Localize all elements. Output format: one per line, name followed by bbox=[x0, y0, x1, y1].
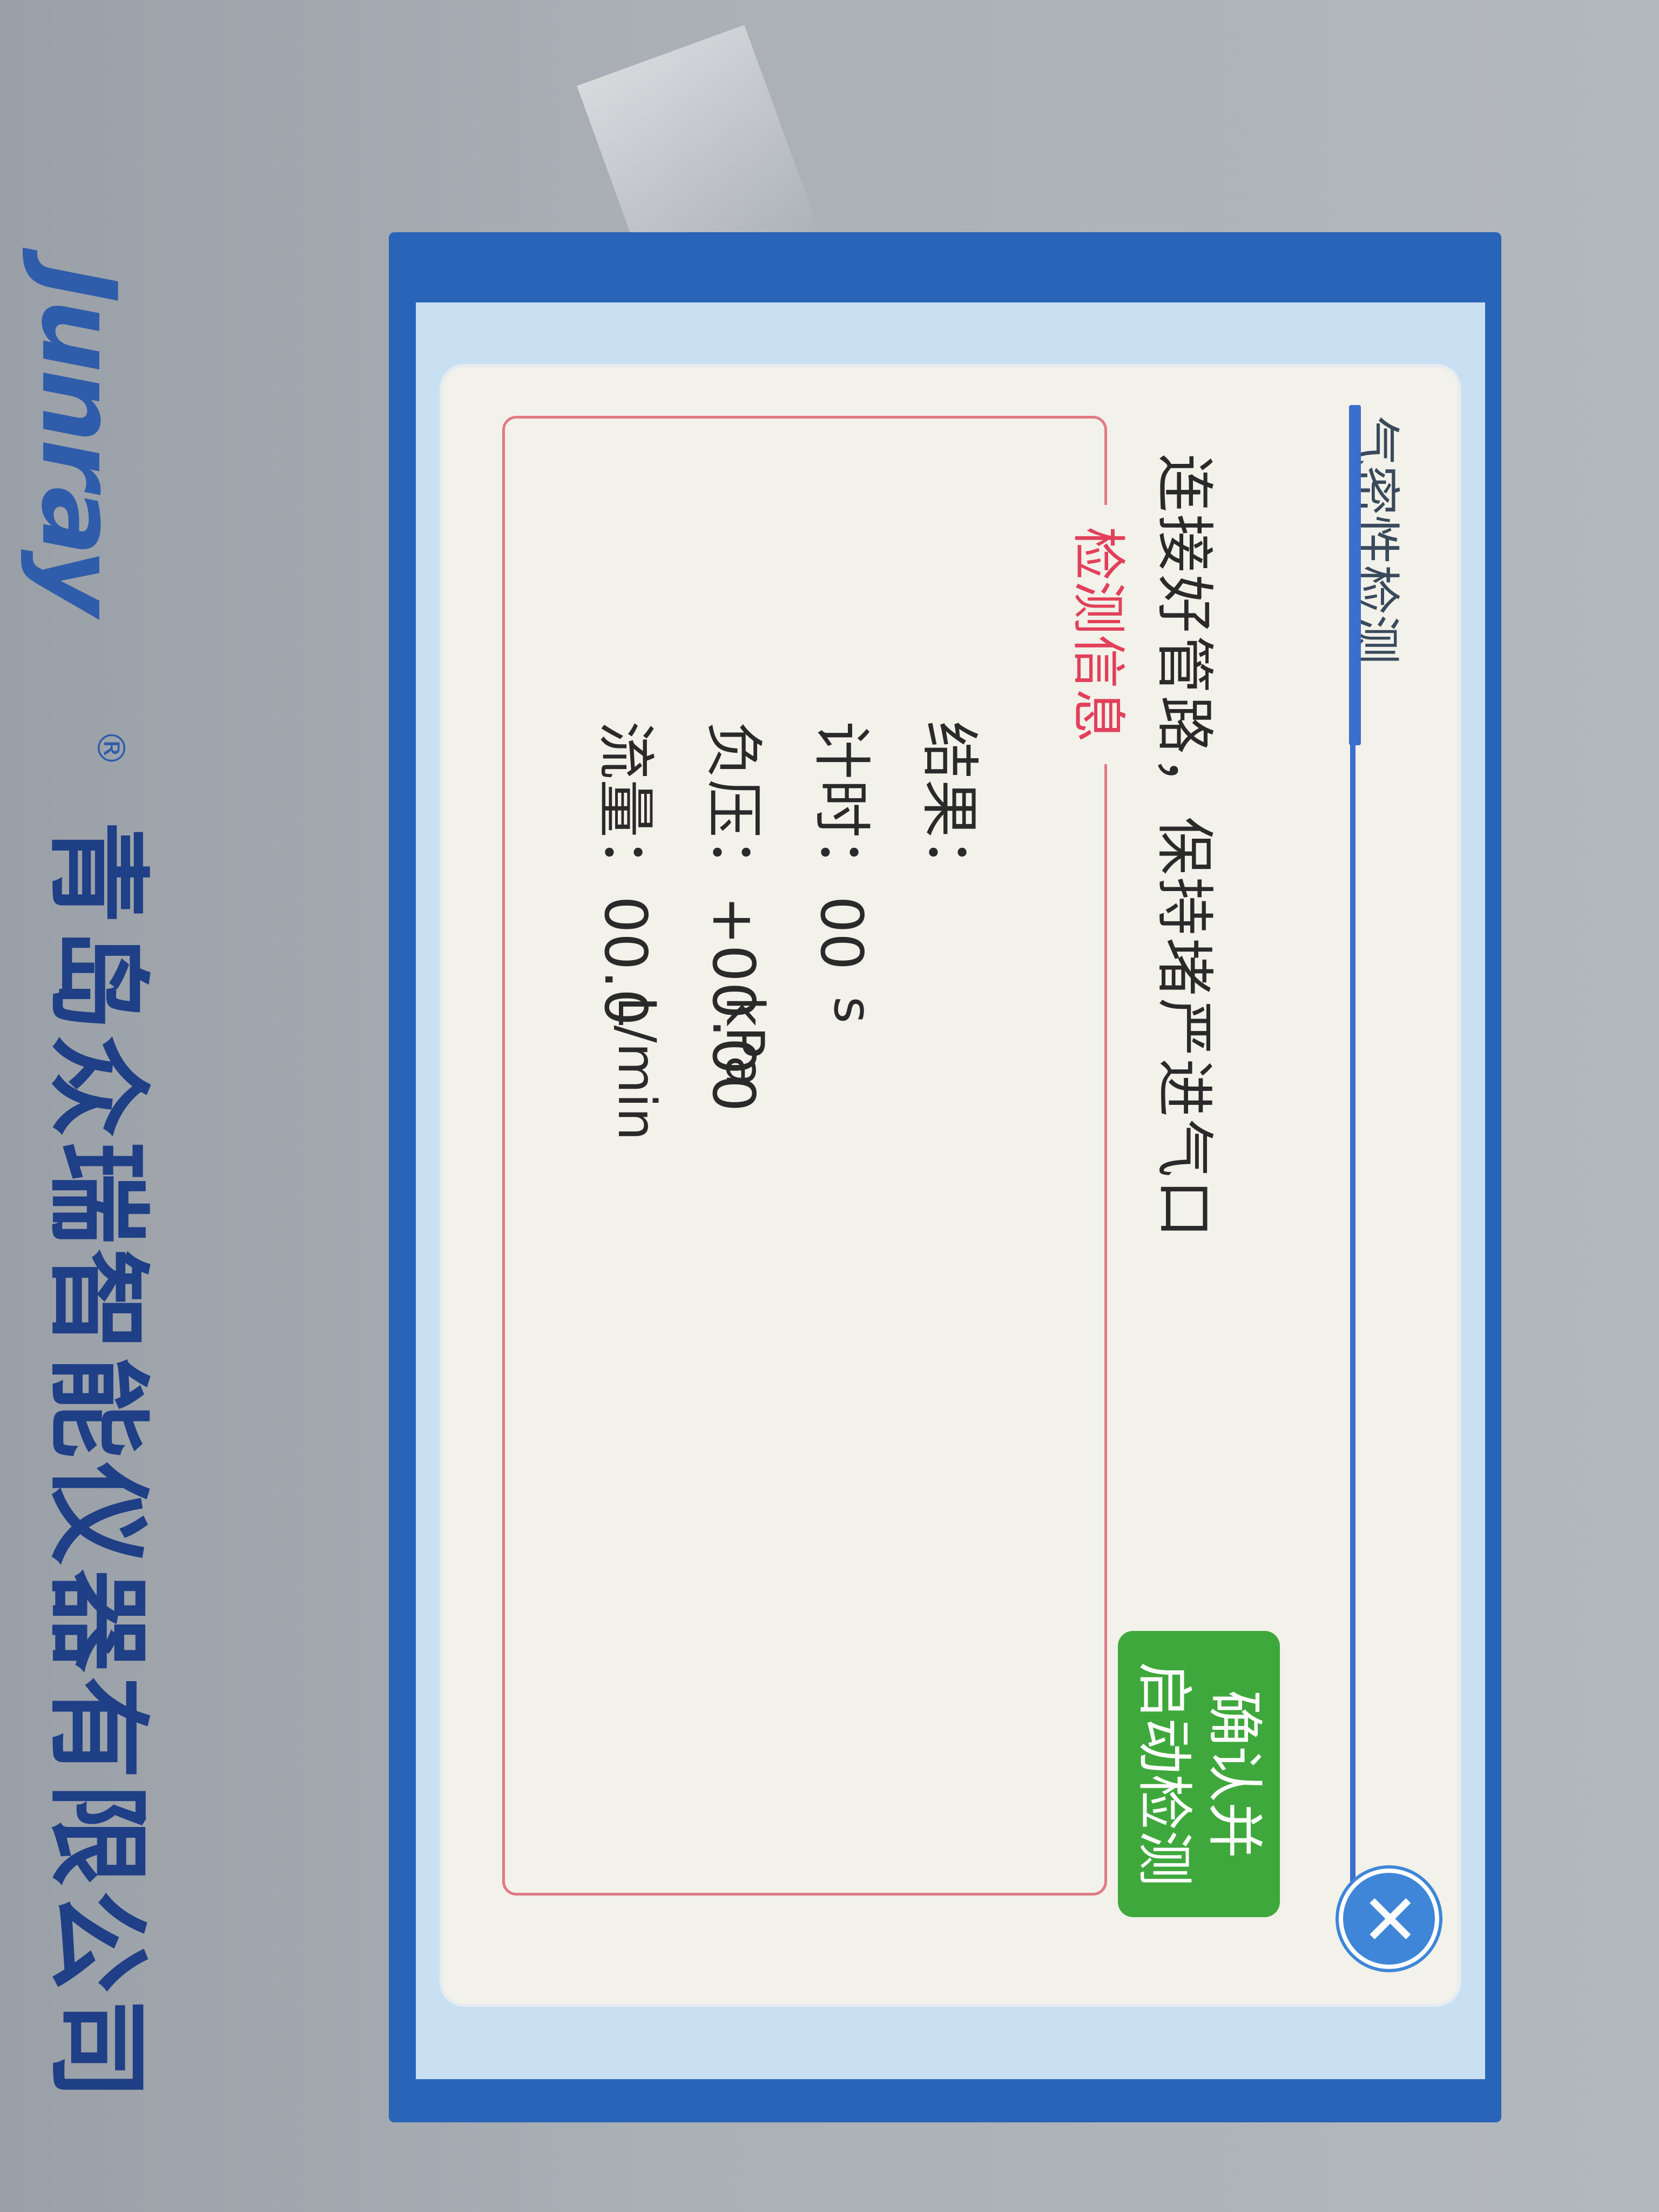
confirm-start-label-line1: 确认并 bbox=[1203, 1689, 1265, 1858]
registered-mark: ® bbox=[89, 729, 133, 767]
company-name-text: 青岛众瑞智能仪器有限公司 bbox=[38, 821, 157, 2105]
timer-unit: s bbox=[822, 996, 883, 1024]
result-row: 结果： bbox=[912, 721, 996, 896]
close-button[interactable]: ✕ bbox=[1339, 1869, 1439, 1969]
flow-unit: L/min bbox=[606, 996, 667, 1141]
close-icon: ✕ bbox=[1348, 1889, 1430, 1948]
detection-info-panel: 检测信息 结果： 计时：00 s 负压：+00.00 kPa 流量：00.0 L… bbox=[502, 416, 1142, 1896]
flow-label: 流量： bbox=[591, 721, 659, 896]
brand-logo: Junray bbox=[19, 265, 138, 707]
dialog-header: 气密性检测 bbox=[1346, 405, 1442, 1896]
result-label: 结果： bbox=[915, 721, 983, 896]
title-underline-accent bbox=[1349, 405, 1361, 745]
screen-content: 气密性检测 ✕ 连接好管路，保持堵严进气口 确认并 启动检测 检测信息 结果： … bbox=[443, 367, 1458, 2004]
timer-row: 计时：00 bbox=[804, 721, 888, 970]
brand-logo-text: Junray bbox=[19, 265, 138, 613]
flow-row: 流量：00.0 bbox=[588, 721, 672, 1026]
instruction-text: 连接好管路，保持堵严进气口 bbox=[1150, 454, 1218, 1240]
confirm-start-button[interactable]: 确认并 启动检测 bbox=[1118, 1631, 1280, 1917]
pressure-unit: kPa bbox=[714, 996, 775, 1087]
confirm-start-label-line2: 启动检测 bbox=[1132, 1661, 1195, 1886]
timer-value: 00 bbox=[807, 896, 875, 970]
airtightness-dialog: 气密性检测 ✕ 连接好管路，保持堵严进气口 确认并 启动检测 检测信息 结果： … bbox=[443, 367, 1458, 2004]
company-name: 青岛众瑞智能仪器有限公司 bbox=[27, 821, 167, 2144]
timer-label: 计时： bbox=[807, 721, 875, 896]
pressure-label: 负压： bbox=[699, 721, 767, 896]
detection-info-legend: 检测信息 bbox=[1064, 505, 1142, 764]
